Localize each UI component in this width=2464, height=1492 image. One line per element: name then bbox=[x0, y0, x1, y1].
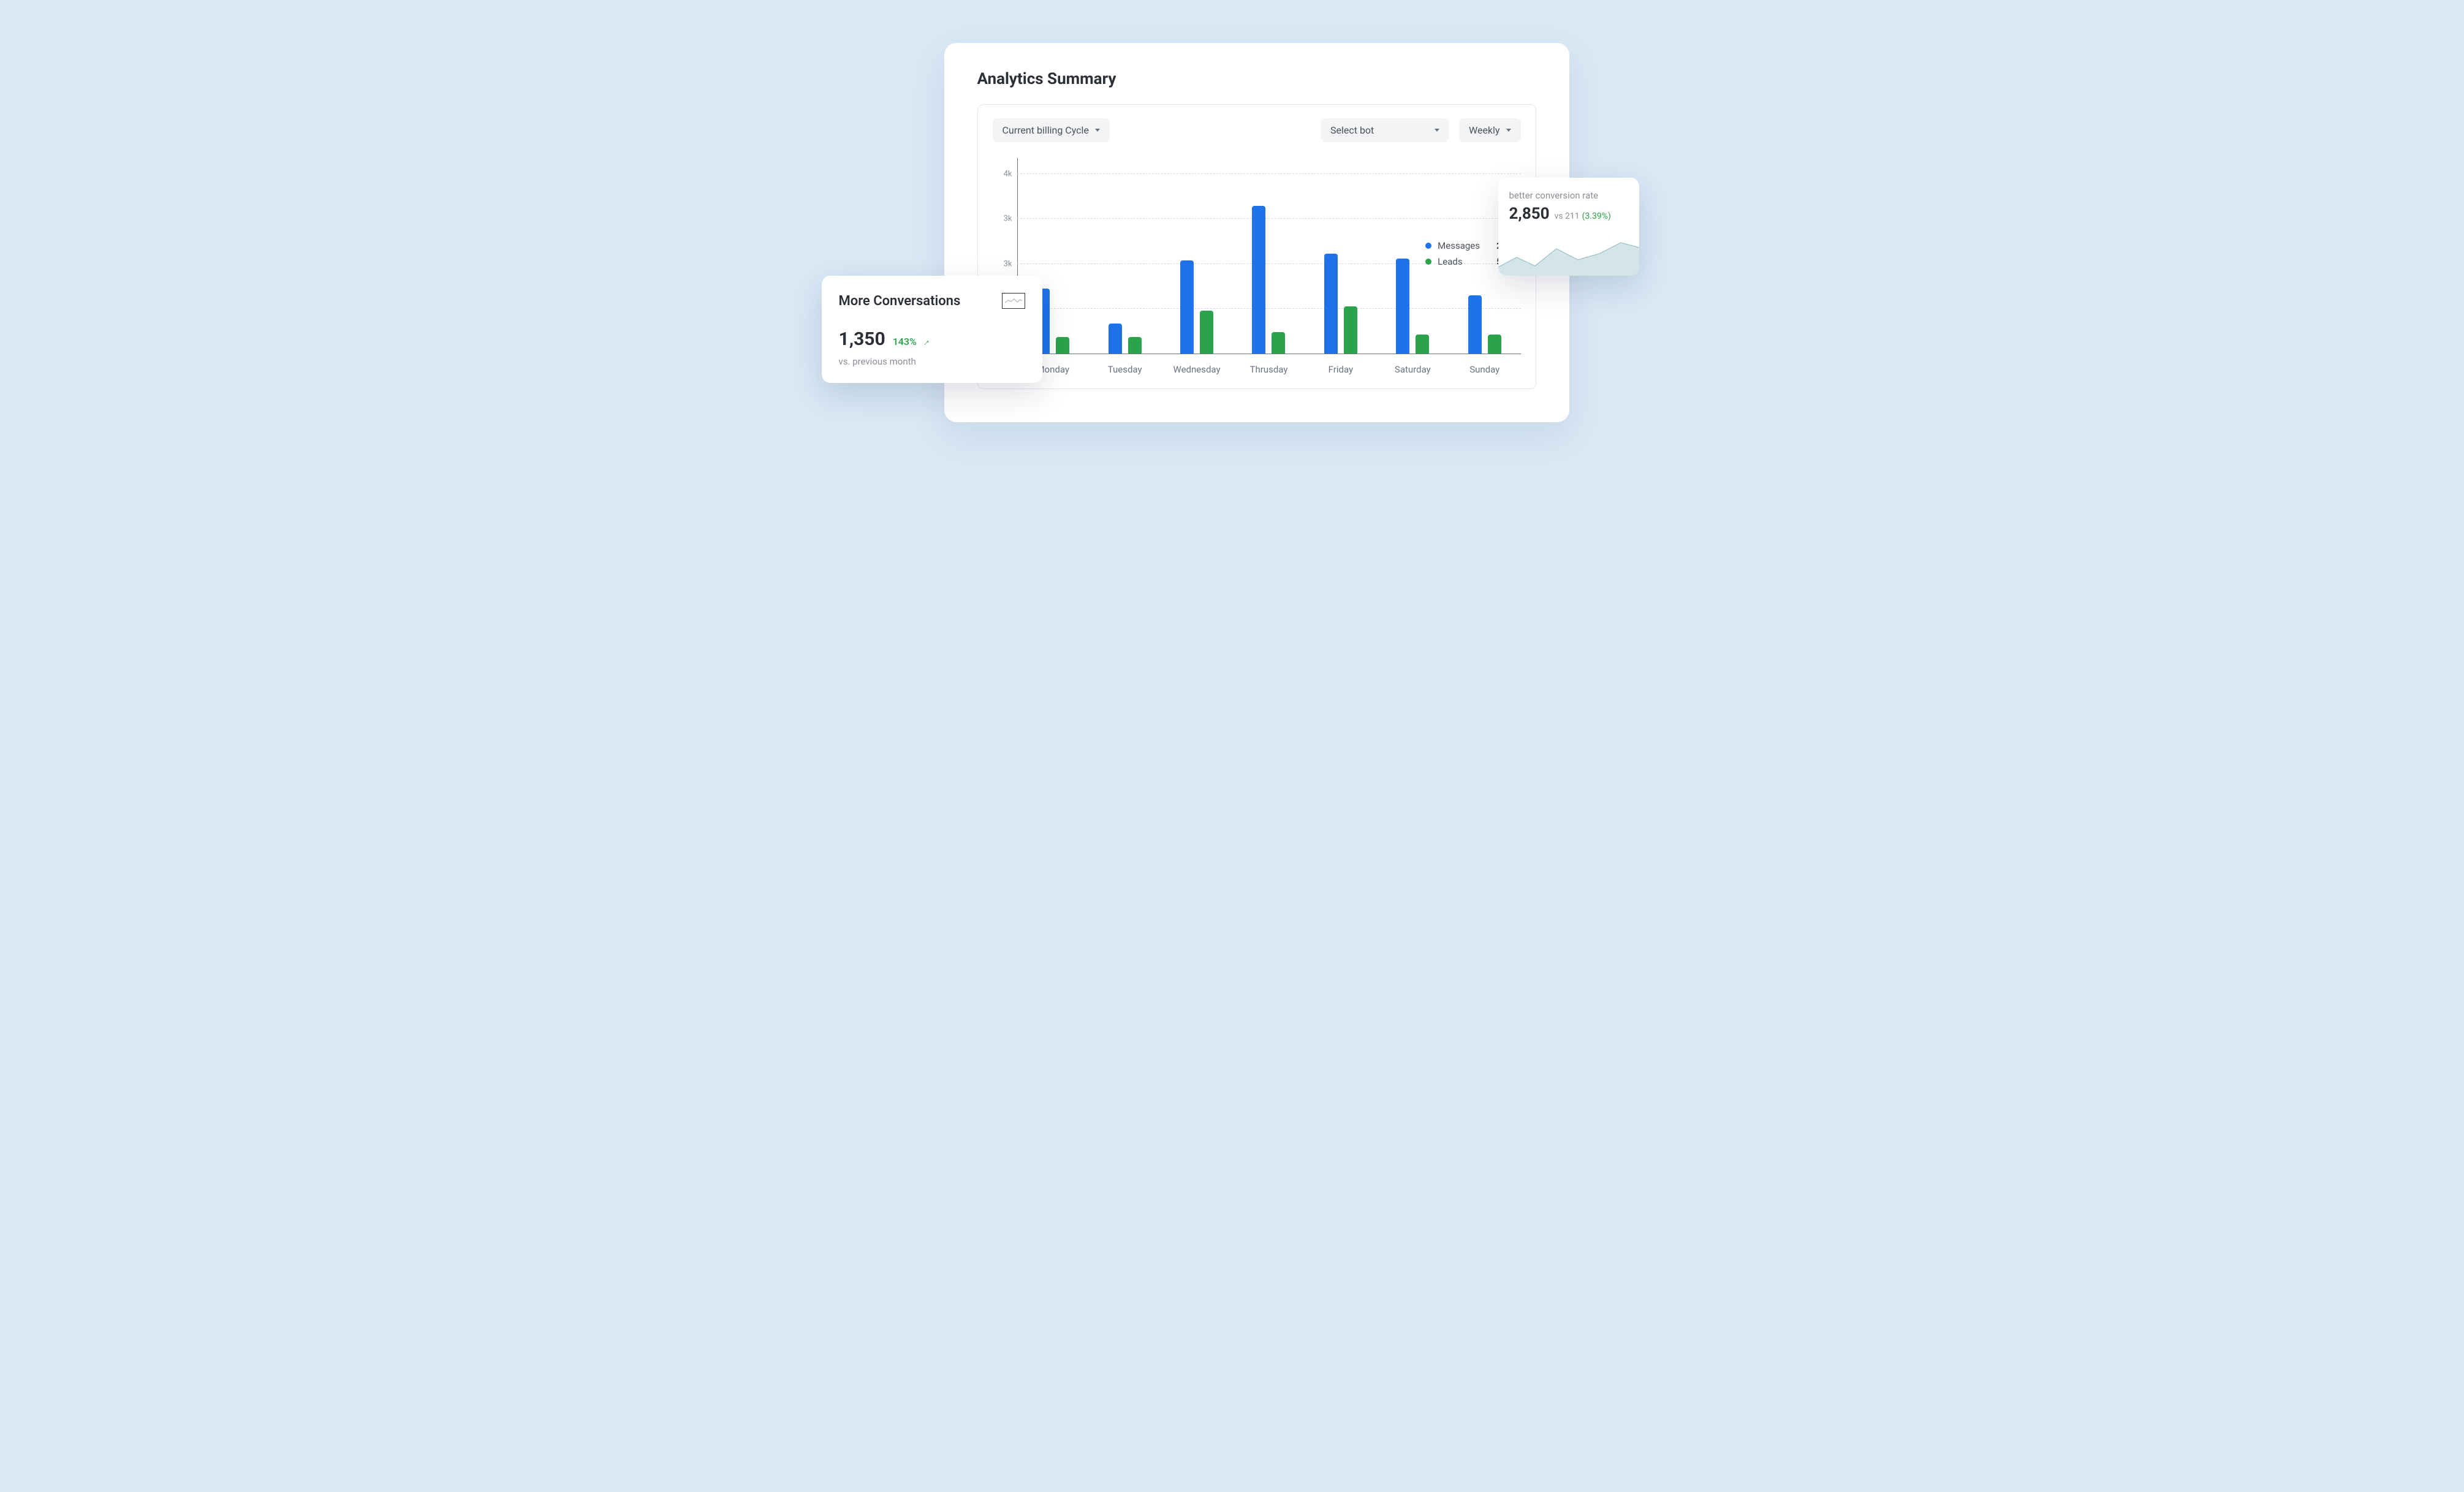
select-bot-dropdown[interactable]: Select bot bbox=[1321, 118, 1449, 142]
metric-subtext: vs. previous month bbox=[839, 356, 1025, 367]
sparkline-icon bbox=[1002, 293, 1025, 309]
bar bbox=[1252, 206, 1265, 354]
chart-panel: Current billing Cycle Select bot Weekly … bbox=[977, 104, 1536, 389]
x-tick-label: Tuesday bbox=[1089, 358, 1161, 379]
bar bbox=[1468, 295, 1482, 354]
metric-row: 2,850 vs 211 (3.39%) bbox=[1509, 205, 1628, 223]
bar-chart: 4k 3k 3k MondayTuesdayWednesdayThrusdayFri… bbox=[993, 158, 1521, 379]
bar bbox=[1396, 259, 1409, 354]
bar-group bbox=[1305, 158, 1376, 354]
bar-group bbox=[1233, 158, 1305, 354]
legend-dot-icon bbox=[1425, 259, 1431, 265]
filters-row: Current billing Cycle Select bot Weekly bbox=[993, 118, 1521, 142]
period-dropdown[interactable]: Weekly bbox=[1459, 118, 1521, 142]
legend-name: Messages bbox=[1438, 240, 1490, 251]
x-tick-label: Wednesday bbox=[1161, 358, 1232, 379]
y-tick-label: 4k bbox=[1004, 169, 1012, 178]
bar-group bbox=[1089, 158, 1161, 354]
metric-row: 1,350 143% → bbox=[839, 328, 1025, 350]
bar bbox=[1272, 332, 1285, 354]
legend-name: Leads bbox=[1438, 256, 1490, 267]
card-title: More Conversations bbox=[839, 293, 961, 309]
more-conversations-card: More Conversations 1,350 143% → vs. prev… bbox=[822, 276, 1042, 383]
period-label: Weekly bbox=[1469, 124, 1500, 136]
chevron-down-icon bbox=[1435, 129, 1439, 132]
x-tick-label: Thrusday bbox=[1233, 358, 1305, 379]
metric-pct: (3.39%) bbox=[1582, 211, 1611, 221]
area-sparkline bbox=[1498, 230, 1639, 276]
x-tick-label: Sunday bbox=[1449, 358, 1520, 379]
metric-value: 2,850 bbox=[1509, 205, 1550, 223]
x-axis-labels: MondayTuesdayWednesdayThrusdayFridaySatu… bbox=[1017, 358, 1521, 379]
chevron-down-icon bbox=[1506, 129, 1511, 132]
bar bbox=[1128, 337, 1142, 354]
bar bbox=[1324, 254, 1338, 354]
metric-value: 1,350 bbox=[839, 328, 885, 350]
billing-cycle-label: Current billing Cycle bbox=[1003, 124, 1089, 136]
billing-cycle-dropdown[interactable]: Current billing Cycle bbox=[993, 118, 1110, 142]
bar bbox=[1488, 335, 1501, 354]
legend-dot-icon bbox=[1425, 243, 1431, 249]
card-label: better conversion rate bbox=[1509, 190, 1628, 201]
metric-vs: vs 211 bbox=[1555, 211, 1580, 221]
arrow-up-icon: → bbox=[917, 334, 933, 349]
select-bot-label: Select bot bbox=[1330, 124, 1374, 136]
conversion-rate-card: better conversion rate 2,850 vs 211 (3.3… bbox=[1498, 178, 1639, 276]
y-tick-label: 3k bbox=[1004, 259, 1012, 268]
bar bbox=[1109, 324, 1122, 354]
bar-group bbox=[1161, 158, 1232, 354]
bar bbox=[1200, 311, 1213, 354]
x-tick-label: Saturday bbox=[1377, 358, 1449, 379]
panel-title: Analytics Summary bbox=[977, 70, 1536, 88]
bar bbox=[1416, 335, 1429, 354]
y-tick-label: 3k bbox=[1004, 214, 1012, 224]
bar bbox=[1180, 260, 1194, 354]
chevron-down-icon bbox=[1095, 129, 1100, 132]
bar bbox=[1344, 306, 1357, 354]
bar bbox=[1056, 337, 1069, 354]
x-tick-label: Friday bbox=[1305, 358, 1376, 379]
metric-pct: 143% bbox=[893, 336, 917, 347]
